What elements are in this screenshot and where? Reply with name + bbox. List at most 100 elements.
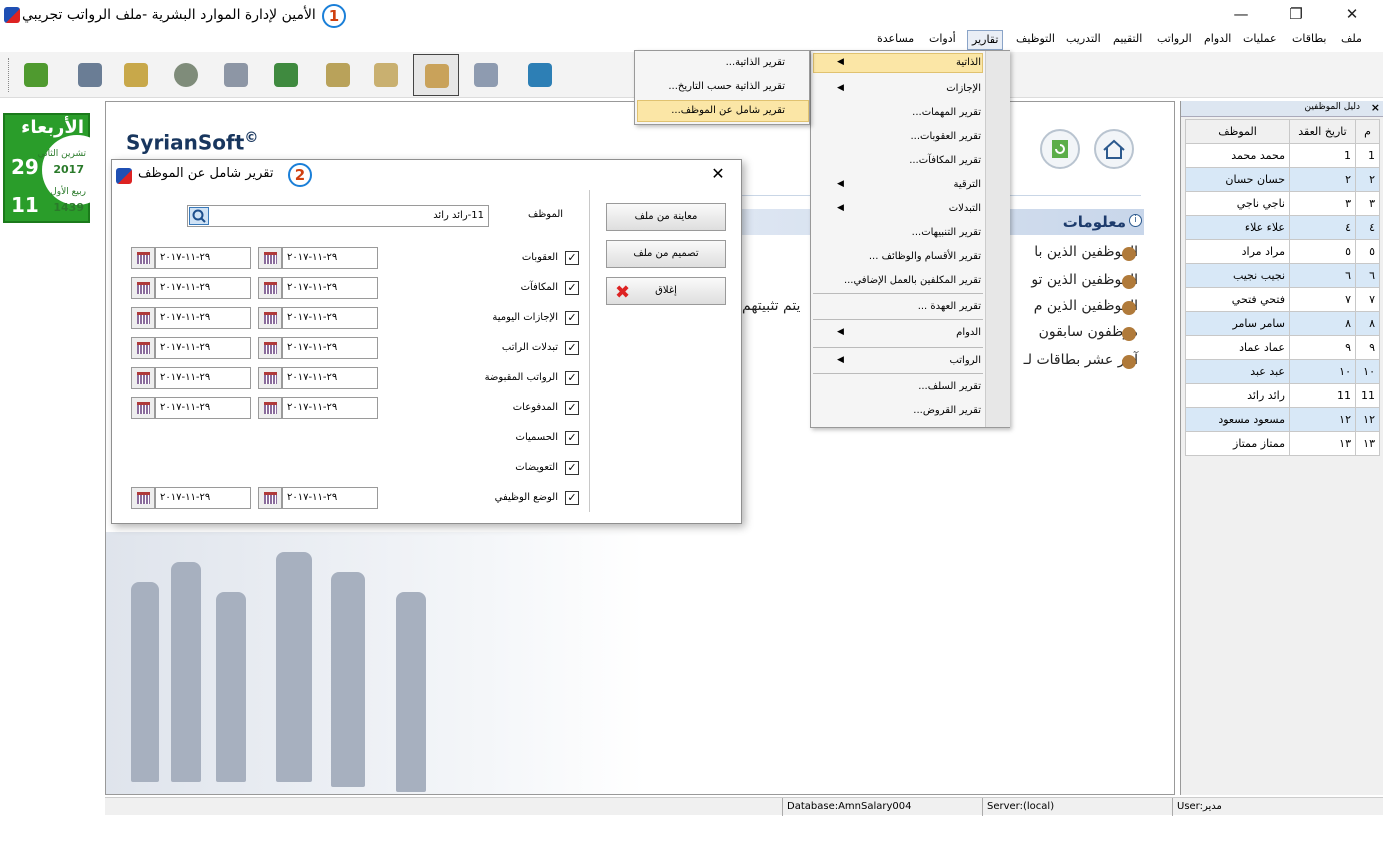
menu-item-overtime[interactable]: تقرير المكلفين بالعمل الإضافي... <box>844 275 981 286</box>
from-date-picker[interactable] <box>258 487 282 509</box>
to-date-picker[interactable] <box>131 397 155 419</box>
cell-name[interactable]: ناجي ناجي <box>1185 191 1290 216</box>
exit-button[interactable] <box>520 56 560 94</box>
add-button[interactable] <box>116 56 156 94</box>
to-date-field[interactable]: ٢٩-١١-٢٠١٧ <box>155 277 251 299</box>
table-row[interactable]: ١٣ ١٣ ممتاز ممتاز <box>1185 431 1380 456</box>
from-date-picker[interactable] <box>258 337 282 359</box>
to-date-field[interactable]: ٢٩-١١-٢٠١٧ <box>155 247 251 269</box>
checkbox-7[interactable]: ✓ <box>565 461 579 475</box>
col-header-num[interactable]: م <box>1355 119 1380 144</box>
menu-item-personal[interactable]: الذاتية <box>956 57 981 68</box>
cell-name[interactable]: نجيب نجيب <box>1185 263 1290 288</box>
menu-help[interactable]: مساعدة <box>877 32 914 45</box>
cell-name[interactable]: عبد عبد <box>1185 359 1290 384</box>
to-date-field[interactable]: ٢٩-١١-٢٠١٧ <box>155 397 251 419</box>
menu-file[interactable]: ملف <box>1341 32 1362 45</box>
table-row[interactable]: ٩ ٩ عماد عماد <box>1185 335 1380 360</box>
cell-num[interactable]: 1 <box>1355 143 1380 168</box>
cell-num[interactable]: ٢ <box>1355 167 1380 192</box>
cell-num[interactable]: ٩ <box>1355 335 1380 360</box>
design-button[interactable]: تصميم من ملف <box>606 240 726 268</box>
menu-item-changes[interactable]: التبدلات <box>949 203 981 214</box>
refresh-button[interactable] <box>1040 129 1080 169</box>
cell-date[interactable]: ٦ <box>1289 263 1356 288</box>
to-date-field[interactable]: ٢٩-١١-٢٠١٧ <box>155 367 251 389</box>
to-date-picker[interactable] <box>131 277 155 299</box>
toolbar-grip[interactable] <box>8 58 10 92</box>
checkbox-5[interactable]: ✓ <box>565 401 579 415</box>
table-row[interactable]: ١٠ ١٠ عبد عبد <box>1185 359 1380 384</box>
link-last-cards[interactable]: آخر عشر بطاقات لـ <box>1024 352 1138 368</box>
cell-num[interactable]: ٤ <box>1355 215 1380 240</box>
to-date-field[interactable]: ٢٩-١١-٢٠١٧ <box>155 307 251 329</box>
app-icon[interactable] <box>4 7 20 23</box>
cell-name[interactable]: فتحي فتحي <box>1185 287 1290 312</box>
menu-hiring[interactable]: التوظيف <box>1016 32 1055 45</box>
home-button[interactable] <box>1094 129 1134 169</box>
menu-item-loans[interactable]: تقرير القروض... <box>913 405 981 416</box>
maximize-button[interactable]: ❐ <box>1285 4 1307 24</box>
people-folder-button[interactable] <box>413 54 459 96</box>
cell-date[interactable]: 1 <box>1289 143 1356 168</box>
cell-name[interactable]: ممتاز ممتاز <box>1185 431 1290 456</box>
dialog-close-button[interactable]: ✕ <box>708 164 728 184</box>
minimize-button[interactable]: — <box>1230 4 1252 24</box>
cell-date[interactable]: ٣ <box>1289 191 1356 216</box>
employee-panel-close[interactable]: × <box>1371 101 1380 114</box>
menu-salaries[interactable]: الرواتب <box>1157 32 1192 45</box>
cell-num[interactable]: ١٢ <box>1355 407 1380 432</box>
menu-evaluation[interactable]: التقييم <box>1113 32 1142 45</box>
cell-name[interactable]: مراد مراد <box>1185 239 1290 264</box>
menu-item-promotion[interactable]: الترقية <box>953 179 981 190</box>
from-date-field[interactable]: ٢٩-١١-٢٠١٧ <box>282 247 378 269</box>
to-date-picker[interactable] <box>131 487 155 509</box>
menu-item-tasks[interactable]: تقرير المهمات... <box>912 107 981 118</box>
cell-date[interactable]: ٤ <box>1289 215 1356 240</box>
table-row[interactable]: ٨ ٨ سامر سامر <box>1185 311 1380 336</box>
from-date-field[interactable]: ٢٩-١١-٢٠١٧ <box>282 307 378 329</box>
from-date-picker[interactable] <box>258 307 282 329</box>
menu-item-penalties[interactable]: تقرير العقوبات... <box>911 131 982 142</box>
cell-num[interactable]: ٦ <box>1355 263 1380 288</box>
cell-date[interactable]: ١٠ <box>1289 359 1356 384</box>
table-row[interactable]: ١٢ ١٢ مسعود مسعود <box>1185 407 1380 432</box>
from-date-field[interactable]: ٢٩-١١-٢٠١٧ <box>282 367 378 389</box>
cell-num[interactable]: ٥ <box>1355 239 1380 264</box>
menu-tools[interactable]: أدوات <box>929 32 956 45</box>
books-button[interactable] <box>318 56 358 94</box>
close-dialog-button[interactable]: ✖ إغلاق <box>606 277 726 305</box>
cell-date[interactable]: ٧ <box>1289 287 1356 312</box>
cell-num[interactable]: 11 <box>1355 383 1380 408</box>
table-row[interactable]: ٥ ٥ مراد مراد <box>1185 239 1380 264</box>
preview-button[interactable]: معاينة من ملف <box>606 203 726 231</box>
menu-item-custody[interactable]: تقرير العهدة ... <box>918 301 981 312</box>
cell-name[interactable]: مسعود مسعود <box>1185 407 1290 432</box>
to-date-picker[interactable] <box>131 367 155 389</box>
folders-button[interactable] <box>366 56 406 94</box>
table-row[interactable]: ٢ ٢ حسان حسان <box>1185 167 1380 192</box>
cell-num[interactable]: ٣ <box>1355 191 1380 216</box>
menu-item-advances[interactable]: تقرير السلف... <box>918 381 981 392</box>
table-row[interactable]: 1 1 محمد محمد <box>1185 143 1380 168</box>
clock-button[interactable] <box>166 56 206 94</box>
employee-card-button[interactable] <box>70 56 110 94</box>
cell-date[interactable]: ٢ <box>1289 167 1356 192</box>
table-row[interactable]: ٤ ٤ علاء علاء <box>1185 215 1380 240</box>
from-date-picker[interactable] <box>258 277 282 299</box>
cell-num[interactable]: ٧ <box>1355 287 1380 312</box>
checkbox-3[interactable]: ✓ <box>565 341 579 355</box>
col-header-date[interactable]: تاريخ العقد <box>1289 119 1356 144</box>
to-date-picker[interactable] <box>131 247 155 269</box>
from-date-field[interactable]: ٢٩-١١-٢٠١٧ <box>282 277 378 299</box>
checkbox-8[interactable]: ✓ <box>565 491 579 505</box>
cell-date[interactable]: ٥ <box>1289 239 1356 264</box>
to-date-picker[interactable] <box>131 337 155 359</box>
table-row[interactable]: ٦ ٦ نجيب نجيب <box>1185 263 1380 288</box>
checkbox-1[interactable]: ✓ <box>565 281 579 295</box>
menu-item-attendance[interactable]: الدوام <box>956 327 981 338</box>
to-date-picker[interactable] <box>131 307 155 329</box>
from-date-field[interactable]: ٢٩-١١-٢٠١٧ <box>282 397 378 419</box>
to-date-field[interactable]: ٢٩-١١-٢٠١٧ <box>155 487 251 509</box>
submenu-item-personal-by-date[interactable]: تقرير الذاتية حسب التاريخ... <box>668 81 785 92</box>
